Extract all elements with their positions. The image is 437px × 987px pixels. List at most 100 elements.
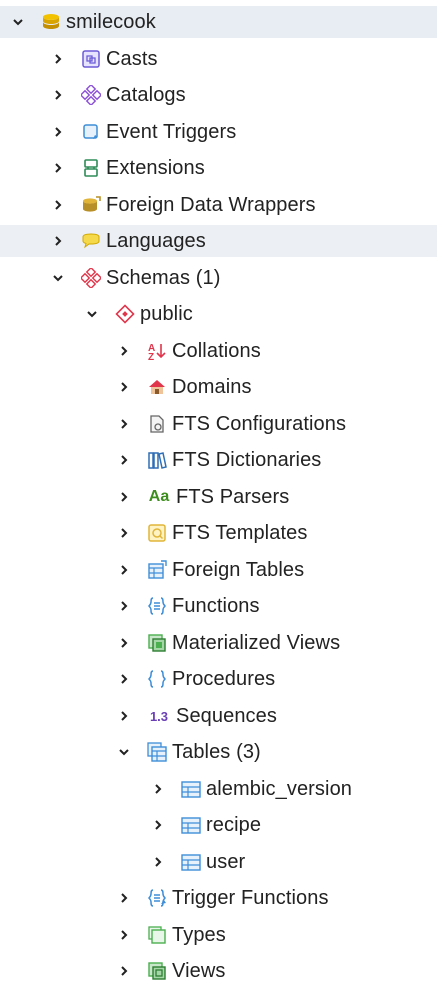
chevron-right-icon[interactable] [116, 452, 132, 468]
tree-node-fts-configurations[interactable]: FTS Configurations [0, 408, 437, 440]
chevron-right-icon[interactable] [116, 963, 132, 979]
tree-node-public[interactable]: public [0, 298, 437, 330]
chevron-right-icon[interactable] [116, 343, 132, 359]
chevron-right-icon[interactable] [116, 708, 132, 724]
tree-node-label: Extensions [106, 156, 205, 179]
fts-configurations-icon [146, 413, 168, 435]
chevron-right-icon[interactable] [50, 197, 66, 213]
chevron-right-icon[interactable] [50, 51, 66, 67]
trigger-functions-icon [146, 887, 168, 909]
tree-node-views[interactable]: Views [0, 955, 437, 987]
types-icon [146, 924, 168, 946]
tree-node-label: FTS Parsers [176, 485, 290, 508]
procedures-icon [146, 668, 168, 690]
tree-node-label: Catalogs [106, 83, 186, 106]
tree-node-languages[interactable]: Languages [0, 225, 437, 257]
tree-node-tables[interactable]: Tables (3) [0, 736, 437, 768]
tree-node-foreign-tables[interactable]: Foreign Tables [0, 554, 437, 586]
tables-icon [146, 741, 168, 763]
tree-node-functions[interactable]: Functions [0, 590, 437, 622]
materialized-views-icon [146, 632, 168, 654]
tree-node-label: Views [172, 959, 226, 982]
domains-icon [146, 376, 168, 398]
tree-node-collations[interactable]: AZ Collations [0, 335, 437, 367]
chevron-right-icon[interactable] [116, 562, 132, 578]
tree-node-table-alembic-version[interactable]: alembic_version [0, 773, 437, 805]
tree-node-label: Domains [172, 375, 252, 398]
tree-node-label: public [140, 302, 193, 325]
chevron-right-icon[interactable] [150, 781, 166, 797]
extensions-icon [80, 157, 102, 179]
chevron-down-icon[interactable] [84, 306, 100, 322]
tree-node-sequences[interactable]: 1.3 Sequences [0, 700, 437, 732]
tree-node-procedures[interactable]: Procedures [0, 663, 437, 695]
tree-node-label: Foreign Data Wrappers [106, 193, 316, 216]
fts-dictionaries-icon [146, 449, 168, 471]
tree-node-table-user[interactable]: user [0, 846, 437, 878]
tree-node-database[interactable]: smilecook [0, 6, 437, 38]
tree-node-catalogs[interactable]: Catalogs [0, 79, 437, 111]
tree-node-fts-dictionaries[interactable]: FTS Dictionaries [0, 444, 437, 476]
fts-templates-icon [146, 522, 168, 544]
chevron-right-icon[interactable] [116, 927, 132, 943]
tree-node-label: Schemas (1) [106, 266, 221, 289]
chevron-down-icon[interactable] [116, 744, 132, 760]
chevron-right-icon[interactable] [116, 890, 132, 906]
tree-node-extensions[interactable]: Extensions [0, 152, 437, 184]
tree-node-fts-templates[interactable]: FTS Templates [0, 517, 437, 549]
tree-node-label: alembic_version [206, 777, 353, 800]
table-icon [180, 778, 202, 800]
tree-node-schemas[interactable]: Schemas (1) [0, 262, 437, 294]
chevron-right-icon[interactable] [50, 124, 66, 140]
tree-node-label: Foreign Tables [172, 558, 305, 581]
tree-node-label: recipe [206, 813, 262, 836]
tree-node-table-recipe[interactable]: recipe [0, 809, 437, 841]
chevron-down-icon[interactable] [10, 14, 26, 30]
tree-node-label: Procedures [172, 667, 276, 690]
tree-node-label: user [206, 850, 246, 873]
tree-node-event-triggers[interactable]: Event Triggers [0, 116, 437, 148]
table-icon [180, 814, 202, 836]
tree-node-label: Materialized Views [172, 631, 341, 654]
tree-node-casts[interactable]: Casts [0, 43, 437, 75]
sequences-icon: 1.3 [149, 708, 169, 724]
foreign-tables-icon [146, 559, 168, 581]
tree-node-fts-parsers[interactable]: Aa FTS Parsers [0, 481, 437, 513]
tree-node-trigger-functions[interactable]: Trigger Functions [0, 882, 437, 914]
functions-icon [146, 595, 168, 617]
catalogs-icon [80, 84, 102, 106]
chevron-right-icon[interactable] [150, 854, 166, 870]
collations-icon: AZ [146, 340, 168, 362]
tree-node-domains[interactable]: Domains [0, 371, 437, 403]
tree-node-materialized-views[interactable]: Materialized Views [0, 627, 437, 659]
tree-node-label: FTS Dictionaries [172, 448, 322, 471]
casts-icon [80, 48, 102, 70]
schemas-icon [80, 267, 102, 289]
chevron-right-icon[interactable] [50, 160, 66, 176]
languages-icon [80, 230, 102, 252]
chevron-right-icon[interactable] [116, 489, 132, 505]
chevron-right-icon[interactable] [116, 635, 132, 651]
tree-node-label: Types [172, 923, 226, 946]
database-icon [40, 11, 62, 33]
tree-node-label: smilecook [66, 10, 156, 33]
chevron-right-icon[interactable] [116, 671, 132, 687]
tree-node-label: Event Triggers [106, 120, 237, 143]
chevron-right-icon[interactable] [116, 598, 132, 614]
chevron-right-icon[interactable] [116, 379, 132, 395]
chevron-right-icon[interactable] [116, 525, 132, 541]
chevron-right-icon[interactable] [50, 87, 66, 103]
views-icon [146, 960, 168, 982]
fts-parsers-icon: Aa [148, 488, 170, 505]
chevron-down-icon[interactable] [50, 270, 66, 286]
tree-node-types[interactable]: Types [0, 919, 437, 951]
tree-node-label: Trigger Functions [172, 886, 329, 909]
table-icon [180, 851, 202, 873]
chevron-right-icon[interactable] [150, 817, 166, 833]
tree-node-label: Collations [172, 339, 261, 362]
object-browser-tree: smilecook Casts Catalogs Event Triggers … [0, 0, 437, 983]
chevron-right-icon[interactable] [50, 233, 66, 249]
tree-node-label: FTS Templates [172, 521, 308, 544]
chevron-right-icon[interactable] [116, 416, 132, 432]
tree-node-foreign-data-wrappers[interactable]: Foreign Data Wrappers [0, 189, 437, 221]
